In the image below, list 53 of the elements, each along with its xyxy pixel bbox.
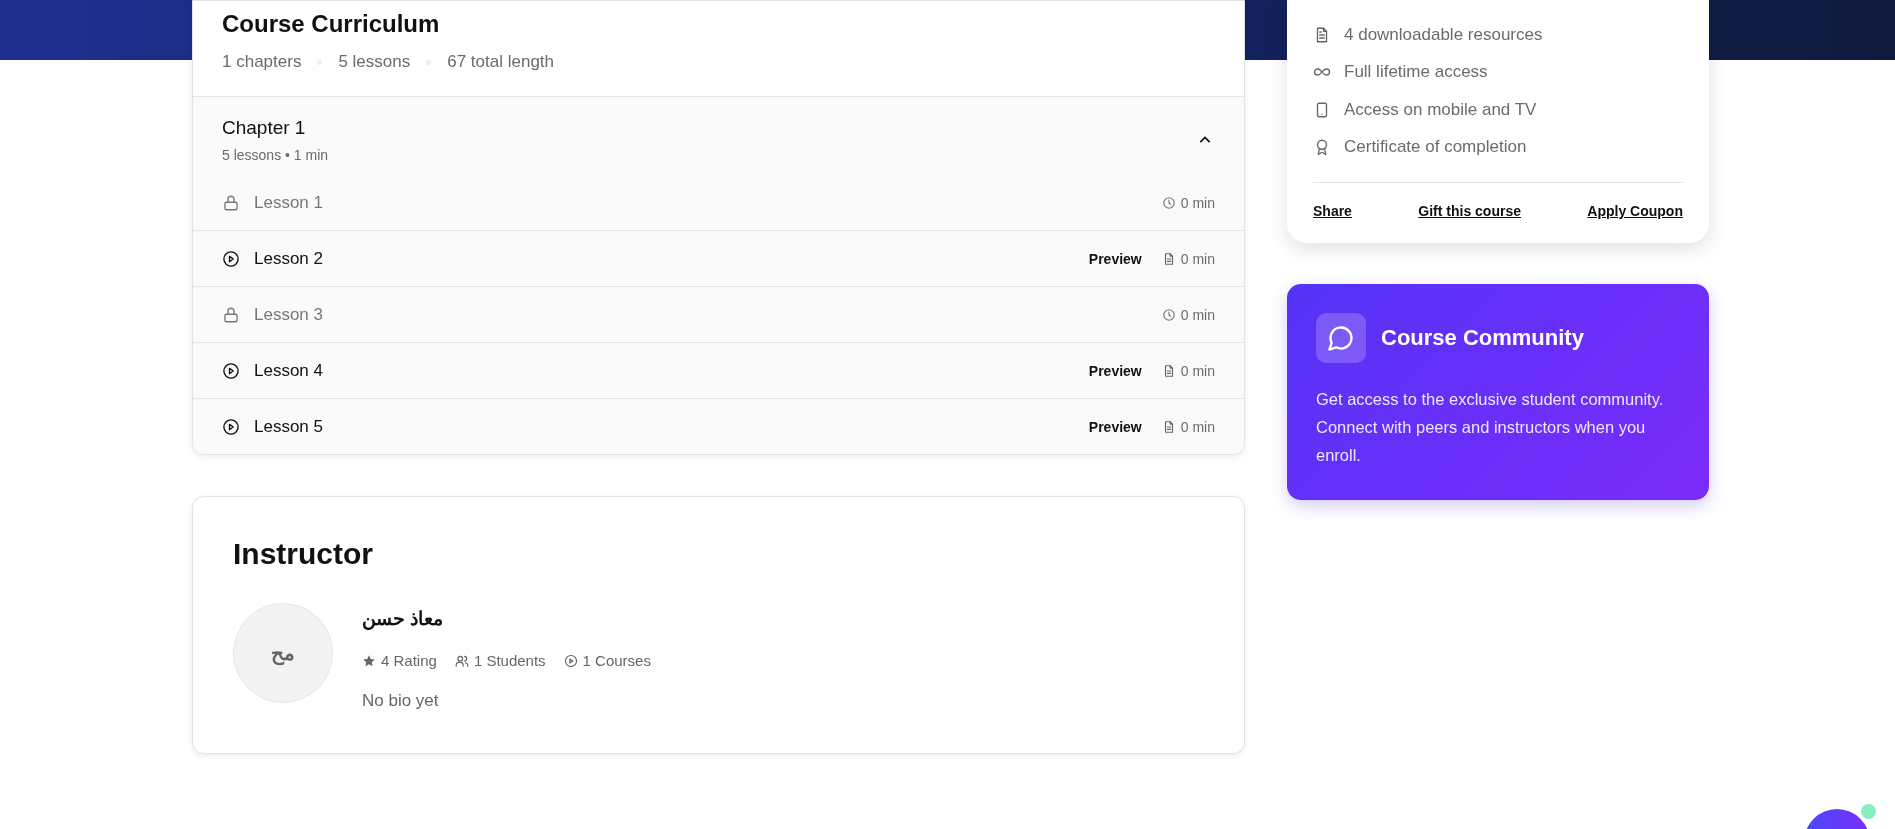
- feature-text: 4 downloadable resources: [1344, 24, 1543, 45]
- play-circle-icon: [563, 653, 578, 668]
- feature-text: Certificate of completion: [1344, 137, 1527, 158]
- lesson-duration: 0 min: [1180, 362, 1215, 379]
- avatar: مح: [233, 603, 333, 703]
- stat-text: 67 total length: [447, 52, 555, 72]
- feature-text: Access on mobile and TV: [1344, 99, 1537, 120]
- community-title: Course Community: [1381, 325, 1584, 351]
- lock-icon: [222, 305, 240, 324]
- lesson-row[interactable]: Lesson 2 Preview 0 min: [193, 230, 1244, 286]
- stat-text: 5 lessons: [338, 52, 411, 72]
- lesson-title: Lesson 1: [254, 192, 324, 213]
- lesson-duration: 0 min: [1180, 306, 1215, 323]
- clock-icon: [1161, 195, 1176, 210]
- chat-icon: [1316, 313, 1366, 363]
- status-dot: [1861, 804, 1876, 819]
- lesson-row[interactable]: Lesson 5 Preview 0 min: [193, 398, 1244, 454]
- stat-text: 1 chapters: [222, 52, 302, 72]
- users-icon: [454, 653, 469, 668]
- clock-icon: [1161, 307, 1176, 322]
- chapter-meta: 5 lessons • 1 min: [222, 147, 329, 163]
- action-link[interactable]: Apply Coupon: [1587, 203, 1683, 219]
- preview-link[interactable]: Preview: [1088, 250, 1142, 267]
- lesson-title: Lesson 4: [254, 360, 324, 381]
- play-circle-icon: [222, 417, 240, 436]
- lesson-title: Lesson 3: [254, 304, 324, 325]
- preview-link[interactable]: Preview: [1088, 362, 1142, 379]
- play-circle-icon: [222, 249, 240, 268]
- chapter-title: Chapter 1: [222, 117, 307, 139]
- community-description: Get access to the exclusive student community. Connect with peers and instructors when you enroll.: [1316, 389, 1665, 466]
- instructor-bio: No bio yet: [362, 691, 440, 711]
- instructor-stat: 4 Rating: [381, 652, 437, 669]
- action-link[interactable]: Gift this course: [1418, 203, 1521, 219]
- instructor-name: معاذ حسن: [362, 607, 445, 630]
- lesson-title: Lesson 2: [254, 248, 324, 269]
- play-circle-icon: [222, 361, 240, 380]
- preview-link[interactable]: Preview: [1088, 418, 1142, 435]
- star-icon: [362, 653, 376, 668]
- lesson-duration: 0 min: [1180, 418, 1215, 435]
- lesson-row[interactable]: Lesson 1 0 min: [193, 175, 1244, 230]
- section-title: Course Curriculum: [222, 10, 441, 38]
- lesson-row[interactable]: Lesson 3 0 min: [193, 286, 1244, 342]
- instructor-stat: 1 Students: [473, 652, 546, 669]
- lesson-row[interactable]: Lesson 4 Preview 0 min: [193, 342, 1244, 398]
- lesson-duration: 0 min: [1180, 194, 1215, 211]
- feature-text: Full lifetime access: [1344, 62, 1488, 83]
- action-link[interactable]: Share: [1313, 203, 1352, 219]
- lock-icon: [222, 193, 240, 212]
- lesson-duration: 0 min: [1180, 250, 1215, 267]
- instructor-stat: 1 Courses: [582, 652, 651, 669]
- section-title: Instructor: [233, 537, 374, 571]
- lesson-title: Lesson 5: [254, 416, 324, 437]
- chapter-header[interactable]: Chapter 1 5 lessons • 1 min: [193, 97, 1244, 175]
